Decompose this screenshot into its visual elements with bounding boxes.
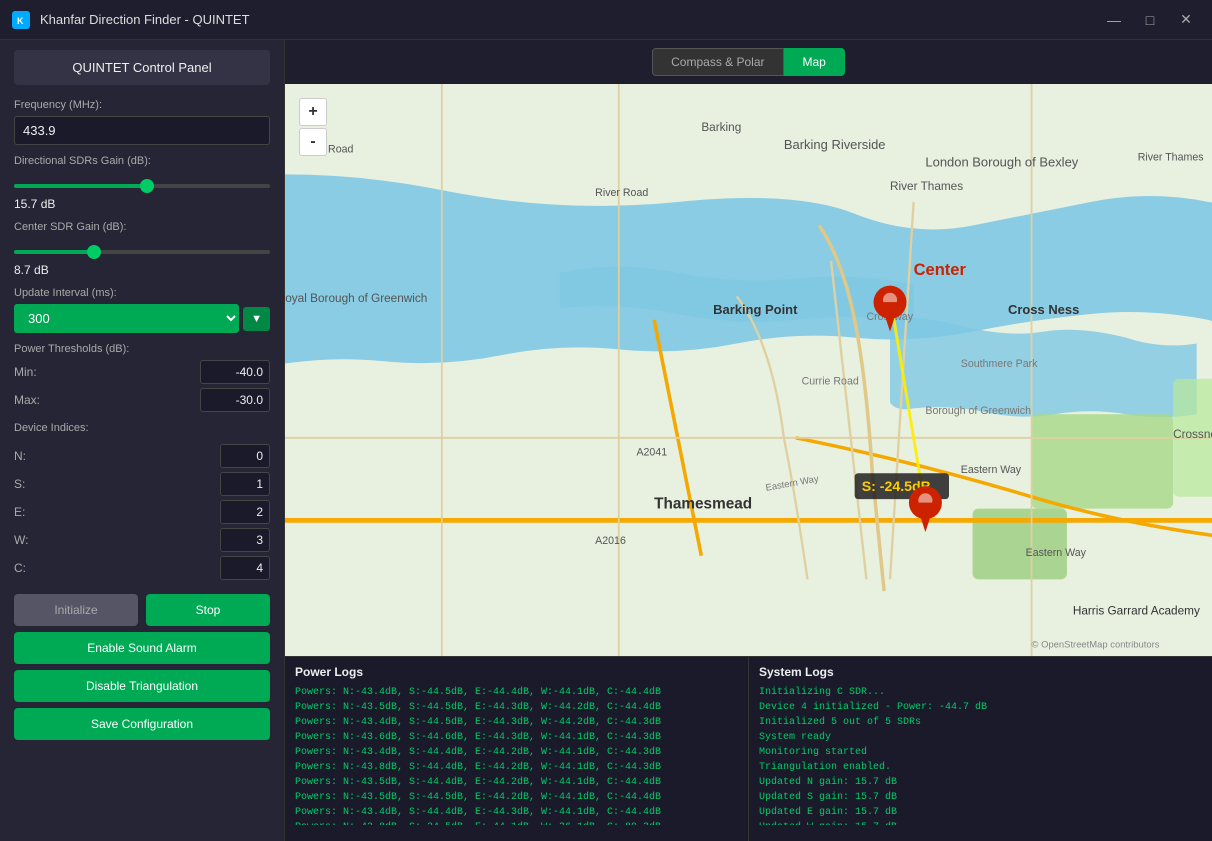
threshold-min-row: Min: — [14, 360, 270, 384]
zoom-out-button[interactable]: - — [299, 128, 327, 156]
svg-text:Barking Point: Barking Point — [713, 302, 798, 317]
frequency-label: Frequency (MHz): — [14, 99, 270, 111]
center-gain-slider-container — [14, 241, 270, 259]
svg-text:River Thames: River Thames — [890, 180, 963, 193]
system-log-content: Initializing C SDR...Device 4 initialize… — [759, 685, 1202, 825]
initialize-button[interactable]: Initialize — [14, 594, 138, 626]
init-stop-row: Initialize Stop — [14, 594, 270, 626]
device-e-row: E: — [14, 500, 270, 524]
device-w-label: W: — [14, 533, 44, 547]
update-interval-select[interactable]: 100 200 300 500 1000 — [14, 304, 239, 333]
device-c-row: C: — [14, 556, 270, 580]
svg-text:K: K — [17, 16, 24, 26]
stop-button[interactable]: Stop — [146, 594, 270, 626]
threshold-min-input[interactable] — [200, 360, 270, 384]
device-c-input[interactable] — [220, 556, 270, 580]
device-e-label: E: — [14, 505, 44, 519]
threshold-max-label: Max: — [14, 393, 49, 407]
zoom-in-button[interactable]: + — [299, 98, 327, 126]
tab-compass-polar[interactable]: Compass & Polar — [652, 48, 783, 76]
disable-triangulation-button[interactable]: Disable Triangulation — [14, 670, 270, 702]
system-logs-panel: System Logs Initializing C SDR...Device … — [749, 657, 1212, 841]
window-title: Khanfar Direction Finder - QUINTET — [40, 12, 1100, 27]
map-zoom-controls: + - — [299, 98, 327, 156]
svg-text:Barking Riverside: Barking Riverside — [784, 137, 886, 152]
window-controls: — □ ✕ — [1100, 9, 1200, 31]
device-s-input[interactable] — [220, 472, 270, 496]
device-n-input[interactable] — [220, 444, 270, 468]
right-panel: Compass & Polar Map — [285, 40, 1212, 841]
svg-text:River Thames: River Thames — [1138, 152, 1204, 164]
svg-text:Currie Road: Currie Road — [802, 376, 859, 388]
threshold-min-label: Min: — [14, 365, 49, 379]
device-s-label: S: — [14, 477, 44, 491]
main-layout: QUINTET Control Panel Frequency (MHz): D… — [0, 40, 1212, 841]
update-interval-label: Update Interval (ms): — [14, 287, 270, 299]
power-thresholds-label: Power Thresholds (dB): — [14, 343, 270, 355]
logs-area: Power Logs Powers: N:-43.4dB, S:-44.5dB,… — [285, 656, 1212, 841]
device-w-row: W: — [14, 528, 270, 552]
svg-text:Eastern Way: Eastern Way — [1026, 547, 1087, 559]
power-log-content: Powers: N:-43.4dB, S:-44.5dB, E:-44.4dB,… — [295, 685, 738, 825]
svg-text:River Road: River Road — [595, 187, 648, 199]
device-indices-section: N: S: E: W: C: — [14, 444, 270, 580]
maximize-button[interactable]: □ — [1136, 9, 1164, 31]
power-logs-panel: Power Logs Powers: N:-43.4dB, S:-44.5dB,… — [285, 657, 749, 841]
tab-map[interactable]: Map — [784, 48, 845, 76]
svg-text:Thamesmead: Thamesmead — [654, 496, 752, 513]
svg-text:Royal Borough of Greenwich: Royal Borough of Greenwich — [285, 292, 427, 305]
device-w-input[interactable] — [220, 528, 270, 552]
svg-text:Harris Garrard Academy: Harris Garrard Academy — [1073, 605, 1200, 618]
system-logs-title: System Logs — [759, 665, 1202, 679]
svg-text:Southmere Park: Southmere Park — [961, 358, 1038, 370]
svg-text:Borough of Greenwich: Borough of Greenwich — [925, 405, 1031, 417]
left-panel: QUINTET Control Panel Frequency (MHz): D… — [0, 40, 285, 841]
power-logs-title: Power Logs — [295, 665, 738, 679]
enable-alarm-button[interactable]: Enable Sound Alarm — [14, 632, 270, 664]
device-n-label: N: — [14, 449, 44, 463]
power-logs-scroll[interactable]: Powers: N:-43.4dB, S:-44.5dB, E:-44.4dB,… — [295, 685, 738, 841]
map-container: Barking Riverside Barking River Road Riv… — [285, 84, 1212, 656]
directional-gain-value: 15.7 dB — [14, 197, 270, 211]
threshold-max-row: Max: — [14, 388, 270, 412]
device-s-row: S: — [14, 472, 270, 496]
center-gain-label: Center SDR Gain (dB): — [14, 221, 270, 233]
svg-text:Cross Ness: Cross Ness — [1008, 302, 1079, 317]
system-logs-scroll[interactable]: Initializing C SDR...Device 4 initialize… — [759, 685, 1202, 841]
svg-text:A2016: A2016 — [595, 535, 626, 547]
device-indices-label: Device Indices: — [14, 422, 270, 434]
svg-text:Crossness Sewage Treatment Wor: Crossness Sewage Treatment Works — [1173, 428, 1212, 441]
update-interval-container: 100 200 300 500 1000 ▼ — [14, 304, 270, 333]
device-c-label: C: — [14, 561, 44, 575]
directional-gain-slider-container — [14, 175, 270, 193]
svg-text:© OpenStreetMap contributors: © OpenStreetMap contributors — [1032, 639, 1160, 650]
dropdown-arrow-button[interactable]: ▼ — [243, 307, 270, 331]
svg-text:Eastern Way: Eastern Way — [961, 464, 1022, 476]
close-button[interactable]: ✕ — [1172, 9, 1200, 31]
map-svg: Barking Riverside Barking River Road Riv… — [285, 84, 1212, 656]
svg-text:Barking: Barking — [701, 121, 741, 134]
svg-text:A2041: A2041 — [636, 447, 667, 459]
threshold-max-input[interactable] — [200, 388, 270, 412]
tab-bar: Compass & Polar Map — [285, 40, 1212, 84]
device-n-row: N: — [14, 444, 270, 468]
directional-gain-slider[interactable] — [14, 184, 270, 188]
titlebar: K Khanfar Direction Finder - QUINTET — □… — [0, 0, 1212, 40]
device-e-input[interactable] — [220, 500, 270, 524]
power-thresholds: Min: Max: — [14, 360, 270, 412]
frequency-input[interactable] — [14, 116, 270, 145]
svg-text:London Borough of Bexley: London Borough of Bexley — [925, 155, 1078, 170]
panel-title: QUINTET Control Panel — [14, 50, 270, 85]
svg-text:Center: Center — [914, 261, 967, 279]
app-icon: K — [12, 11, 30, 29]
center-gain-value: 8.7 dB — [14, 263, 270, 277]
minimize-button[interactable]: — — [1100, 9, 1128, 31]
center-gain-slider[interactable] — [14, 250, 270, 254]
save-configuration-button[interactable]: Save Configuration — [14, 708, 270, 740]
directional-gain-label: Directional SDRs Gain (dB): — [14, 155, 270, 167]
